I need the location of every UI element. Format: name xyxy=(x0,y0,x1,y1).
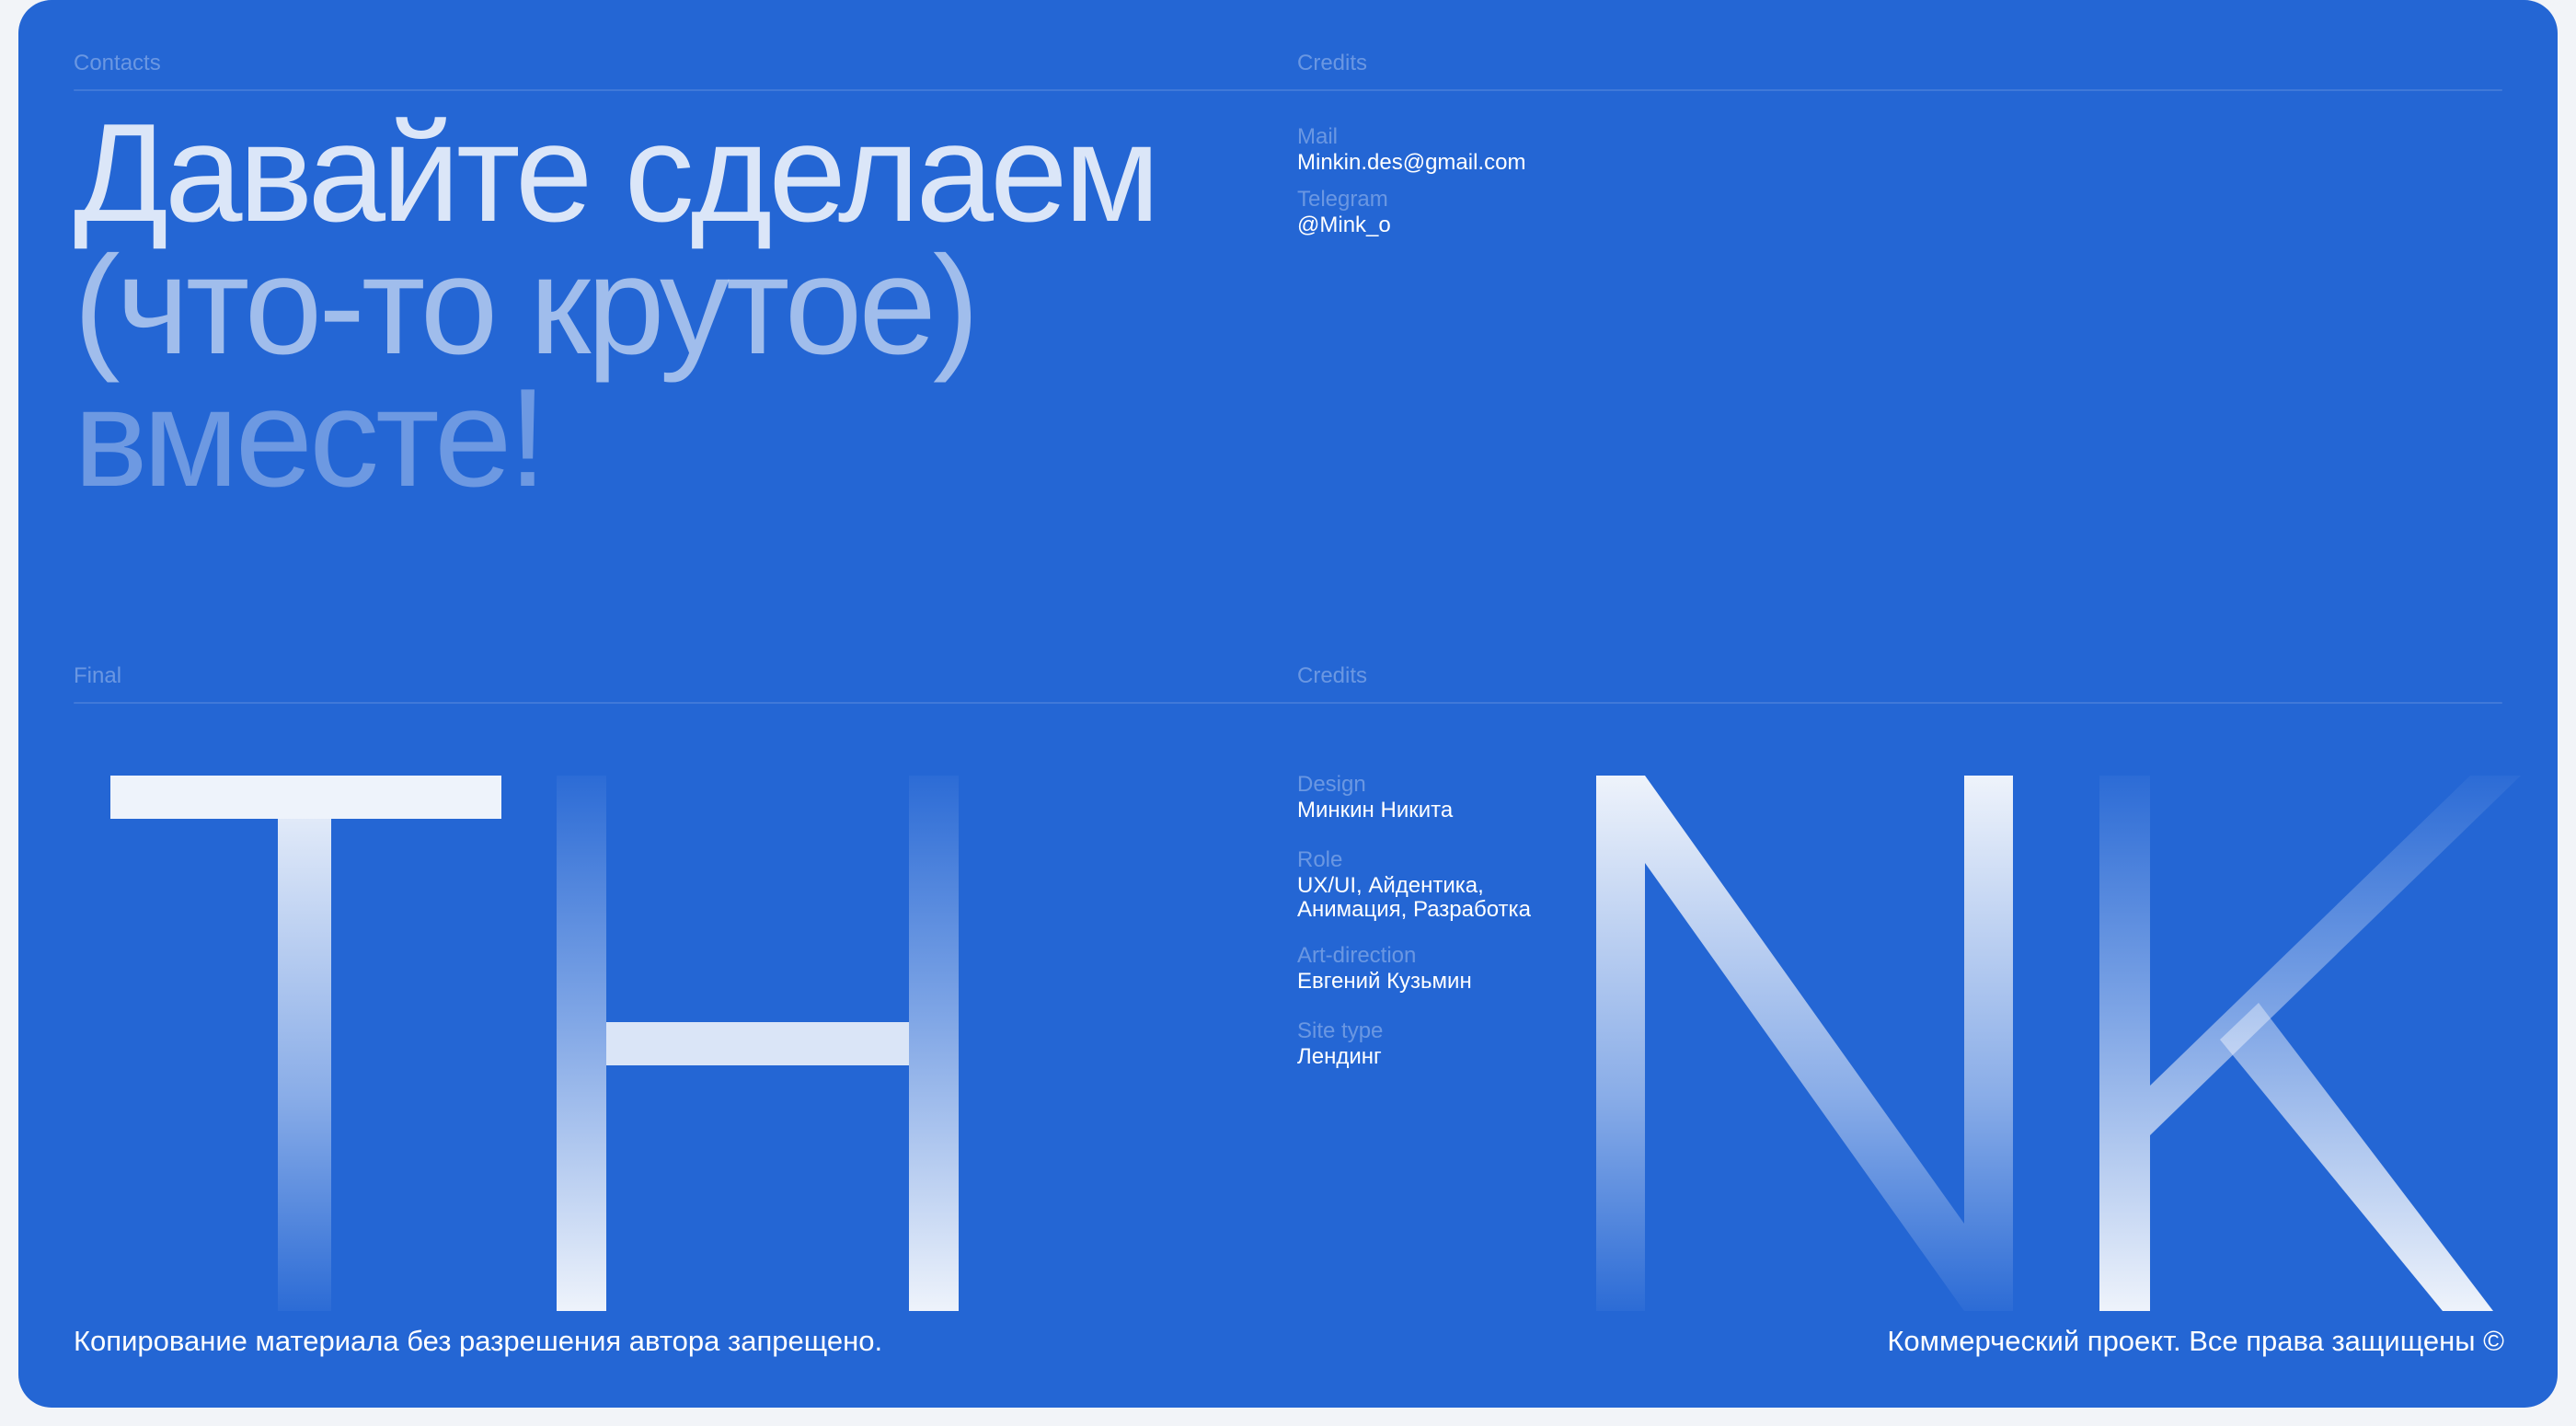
credits-info: Design Минкин Никита Role UX/UI, Айденти… xyxy=(1297,771,1531,1078)
role-value: UX/UI, Айдентика, Анимация, Разработка xyxy=(1297,873,1531,922)
letter-n xyxy=(1596,776,2013,1311)
letter-t-bar xyxy=(110,776,501,819)
letter-k-stem xyxy=(2099,776,2150,1311)
letter-k-upper-arm xyxy=(2150,776,2521,1135)
letter-h-right xyxy=(909,776,959,1311)
letter-k-lower-leg xyxy=(2220,1003,2493,1311)
footer-rights-notice: Коммерческий проект. Все права защищены … xyxy=(1887,1325,2504,1357)
letter-h-bar xyxy=(606,1022,909,1065)
role-label: Role xyxy=(1297,847,1343,872)
site-type-label: Site type xyxy=(1297,1018,1384,1043)
art-direction-value: Евгений Кузьмин xyxy=(1297,969,1472,994)
site-type-value: Лендинг xyxy=(1297,1044,1382,1069)
letter-h-left xyxy=(557,776,606,1311)
contact-card: Contacts Credits Давайте сделаем (что-то… xyxy=(18,0,2558,1408)
design-value: Минкин Никита xyxy=(1297,798,1454,822)
thank-letters-graphic xyxy=(110,776,2521,1311)
footer-copyright-notice: Копирование материала без разрешения авт… xyxy=(74,1325,883,1357)
art-direction-label: Art-direction xyxy=(1297,943,1417,968)
letter-t-stem xyxy=(278,819,331,1311)
design-label: Design xyxy=(1297,772,1366,797)
